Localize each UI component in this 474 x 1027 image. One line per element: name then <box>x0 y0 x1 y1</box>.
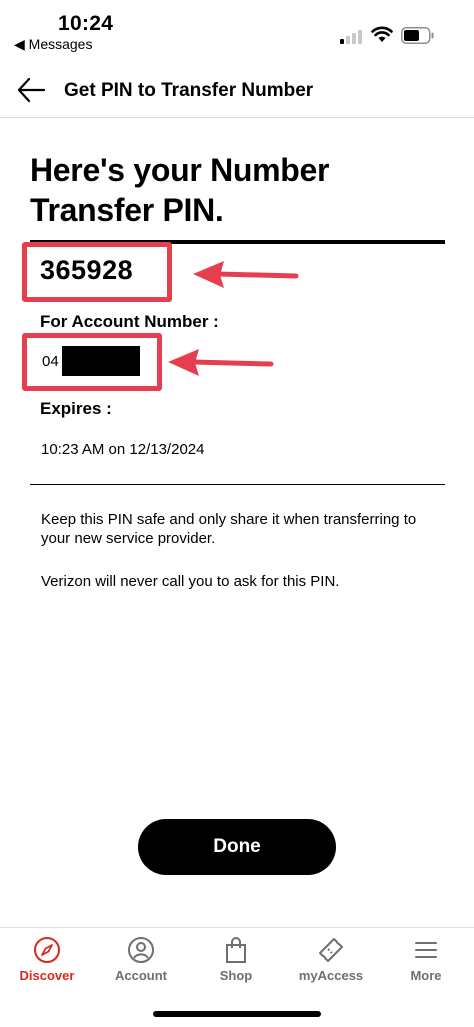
page-header: Get PIN to Transfer Number <box>0 62 474 118</box>
back-arrow-icon[interactable] <box>16 76 46 104</box>
tab-discover[interactable]: Discover <box>0 936 94 988</box>
tab-label: Account <box>115 968 167 983</box>
menu-icon <box>415 942 437 958</box>
page-title: Here's your Number Transfer PIN. <box>30 152 330 228</box>
tab-label: Shop <box>219 968 253 983</box>
tab-shop[interactable]: Shop <box>189 936 283 988</box>
done-button[interactable]: Done <box>138 819 336 875</box>
verizon-call-warning: Verizon will never call you to ask for t… <box>41 573 340 590</box>
ticket-icon <box>319 938 343 962</box>
tab-label: Discover <box>19 968 75 983</box>
tab-label: myAccess <box>298 968 364 983</box>
expires-label: Expires : <box>40 399 112 418</box>
battery-icon <box>401 27 434 44</box>
status-time: 10:24 <box>58 12 114 35</box>
expires-value: 10:23 AM on 12/13/2024 <box>41 441 205 458</box>
account-number-label: For Account Number : <box>40 312 219 331</box>
home-indicator[interactable] <box>153 1011 321 1017</box>
compass-icon <box>34 937 60 963</box>
tab-myaccess[interactable]: myAccess <box>284 936 378 988</box>
pin-value: 365928 <box>40 255 134 285</box>
tab-more[interactable]: More <box>379 936 473 988</box>
account-number-value: 04 <box>42 353 59 370</box>
cellular-signal-icon <box>340 28 364 44</box>
pin-safety-note: Keep this PIN safe and only share it whe… <box>41 511 417 547</box>
back-to-messages-link[interactable]: ◀ Messages <box>14 36 92 53</box>
shopping-bag-icon <box>226 937 246 963</box>
annotation-arrow-icon <box>168 349 274 376</box>
status-bar: 10:24 ◀ Messages <box>0 0 474 60</box>
annotation-arrow-icon <box>193 261 299 288</box>
person-icon <box>128 937 154 963</box>
header-title: Get PIN to Transfer Number <box>64 80 314 101</box>
tab-label: More <box>410 968 442 983</box>
section-divider <box>30 484 445 485</box>
redaction-bar <box>62 346 140 376</box>
wifi-icon <box>371 26 393 42</box>
tab-account[interactable]: Account <box>94 936 188 988</box>
